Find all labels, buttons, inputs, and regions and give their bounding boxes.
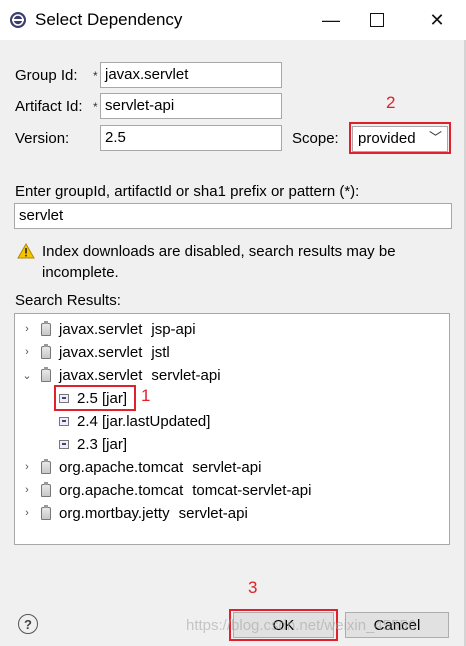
annotation-2: 2 <box>386 93 396 112</box>
group-id-field[interactable]: javax.servlet <box>100 62 282 88</box>
close-button[interactable]: ✕ <box>410 0 464 40</box>
group-id-label: Group Id: <box>15 67 78 84</box>
required-marker: * <box>93 69 98 83</box>
tree-row[interactable]: ⌄ javax.servlet servlet-api <box>21 364 221 386</box>
artifact-id-text: servlet-api <box>192 458 262 476</box>
artifact-id-text: servlet-api <box>178 504 248 522</box>
warning-icon <box>17 243 35 259</box>
expand-icon[interactable]: › <box>21 346 33 358</box>
warning-message: Index downloads are disabled, search res… <box>42 243 396 281</box>
tree-row[interactable]: 2.3 [jar] <box>59 433 127 455</box>
version-highlight-box <box>54 385 136 411</box>
jar-file-icon <box>59 439 69 449</box>
tree-row[interactable]: › org.apache.tomcat tomcat-servlet-api <box>21 479 311 501</box>
required-marker: * <box>93 100 98 114</box>
version-entry-text: 2.3 [jar] <box>77 435 128 453</box>
jar-icon <box>41 481 51 497</box>
search-results-tree[interactable]: › javax.servlet jsp-api › javax.servlet … <box>14 313 450 545</box>
scope-label: Scope: <box>292 130 339 147</box>
expand-icon[interactable]: › <box>21 323 33 335</box>
jar-icon <box>41 366 51 382</box>
annotation-3: 3 <box>248 578 258 597</box>
group-id-text: org.mortbay.jetty <box>59 504 170 522</box>
tree-row[interactable]: › org.apache.tomcat servlet-api <box>21 456 261 478</box>
group-id-text: org.apache.tomcat <box>59 481 184 499</box>
expand-icon[interactable]: › <box>21 484 33 496</box>
tree-row[interactable]: › org.mortbay.jetty servlet-api <box>21 502 248 524</box>
scope-highlight-box <box>349 122 451 154</box>
watermark-text: https://blog.csdn.net/weixin_45556 <box>186 617 417 634</box>
jar-icon <box>41 504 51 520</box>
tree-row[interactable]: 2.4 [jar.lastUpdated] <box>59 410 210 432</box>
version-field[interactable]: 2.5 <box>100 125 282 151</box>
tree-row[interactable]: › javax.servlet jstl <box>21 341 170 363</box>
search-input[interactable]: servlet <box>14 203 452 229</box>
search-label: Enter groupId, artifactId or sha1 prefix… <box>15 183 360 200</box>
jar-icon <box>41 343 51 359</box>
tree-row[interactable]: › javax.servlet jsp-api <box>21 318 196 340</box>
group-id-text: org.apache.tomcat <box>59 458 184 476</box>
expand-icon[interactable]: › <box>21 461 33 473</box>
search-results-label: Search Results: <box>15 292 121 309</box>
group-id-text: javax.servlet <box>59 366 143 384</box>
maximize-button[interactable] <box>350 0 404 40</box>
jar-file-icon <box>59 416 69 426</box>
jar-icon <box>41 320 51 336</box>
artifact-id-text: servlet-api <box>151 366 221 384</box>
group-id-text: javax.servlet <box>59 343 143 361</box>
group-id-text: javax.servlet <box>59 320 143 338</box>
collapse-icon[interactable]: ⌄ <box>21 369 33 382</box>
help-button[interactable]: ? <box>18 614 38 634</box>
version-entry-text: 2.4 [jar.lastUpdated] <box>77 412 211 430</box>
artifact-id-text: jstl <box>151 343 170 361</box>
version-label: Version: <box>15 130 70 147</box>
window-title: Select Dependency <box>35 10 183 29</box>
jar-icon <box>41 458 51 474</box>
artifact-id-field[interactable]: servlet-api <box>100 93 282 119</box>
artifact-id-text: tomcat-servlet-api <box>192 481 312 499</box>
maximize-icon <box>370 13 384 27</box>
annotation-1: 1 <box>141 386 151 405</box>
expand-icon[interactable]: › <box>21 507 33 519</box>
artifact-id-label: Artifact Id: <box>15 98 83 115</box>
artifact-id-text: jsp-api <box>151 320 196 338</box>
app-icon <box>10 12 26 28</box>
title-bar: Select Dependency — ✕ <box>0 0 466 40</box>
